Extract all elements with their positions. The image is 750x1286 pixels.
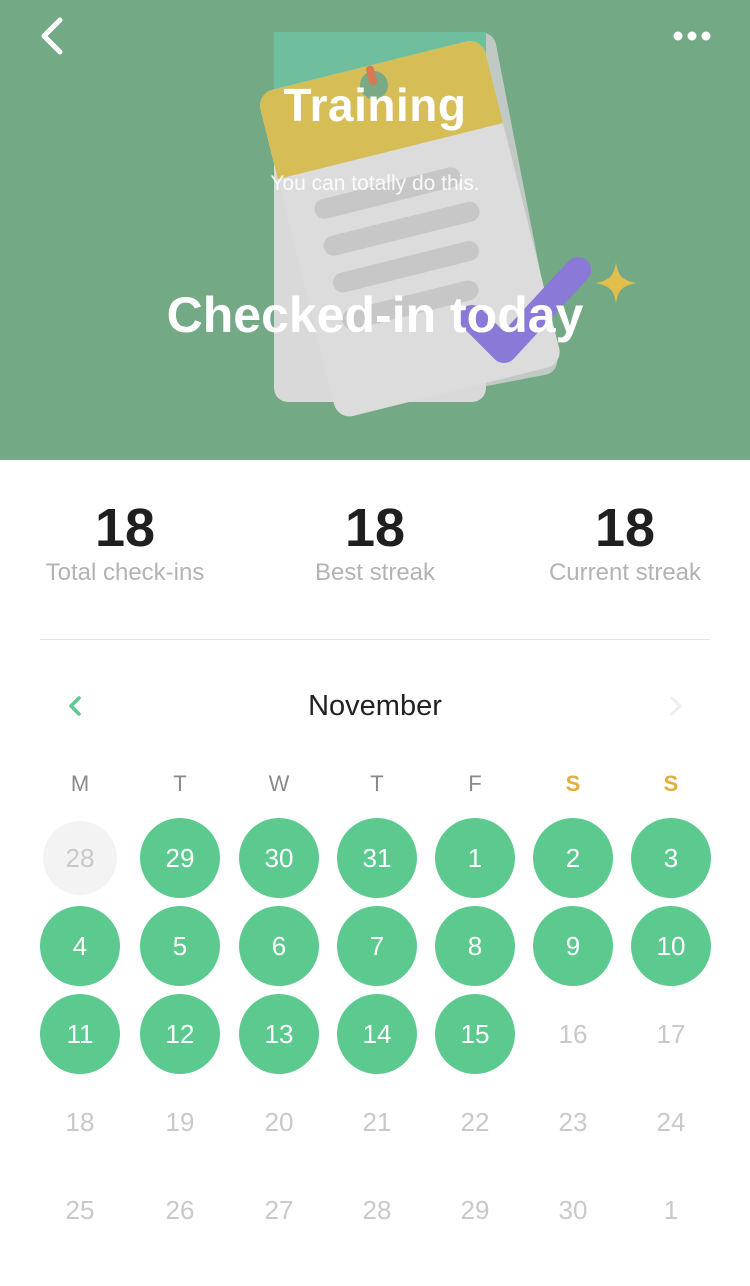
calendar-day-future[interactable]: 1 [631, 1170, 711, 1250]
stat-current-streak: 18 Current streak [500, 496, 750, 586]
calendar-day-checked[interactable]: 14 [337, 994, 417, 1074]
calendar-day-checked[interactable]: 7 [337, 906, 417, 986]
next-month-button[interactable] [658, 688, 694, 724]
calendar-day-future[interactable]: 24 [631, 1082, 711, 1162]
more-options-button[interactable] [662, 18, 722, 54]
weekday-label-thursday: T [370, 771, 384, 796]
calendar-day-checked[interactable]: 10 [631, 906, 711, 986]
calendar-day-checked[interactable]: 15 [435, 994, 515, 1074]
calendar-day-checked[interactable]: 13 [239, 994, 319, 1074]
chevron-left-icon [41, 17, 63, 55]
stat-best-streak: 18 Best streak [250, 496, 500, 586]
calendar-day-checked[interactable]: 8 [435, 906, 515, 986]
calendar-day-checked[interactable]: 3 [631, 818, 711, 898]
weekday-label-saturday: S [565, 771, 581, 796]
hero-banner: Training You can totally do this. Checke… [0, 0, 750, 460]
calendar-day-future[interactable]: 20 [239, 1082, 319, 1162]
calendar-day-future[interactable]: 19 [140, 1082, 220, 1162]
calendar-day-future[interactable]: 29 [435, 1170, 515, 1250]
weekday-label-monday: M [70, 771, 90, 796]
weekday-label-friday: F [468, 771, 482, 796]
calendar-day-checked[interactable]: 12 [140, 994, 220, 1074]
calendar-day-checked[interactable]: 4 [40, 906, 120, 986]
calendar-day-future[interactable]: 17 [631, 994, 711, 1074]
calendar-day-future[interactable]: 30 [533, 1170, 613, 1250]
calendar-day-checked[interactable]: 29 [140, 818, 220, 898]
divider [40, 639, 710, 640]
calendar-day-future[interactable]: 16 [533, 994, 613, 1074]
calendar-day-future[interactable]: 26 [140, 1170, 220, 1250]
weekday-label-tuesday: T [173, 771, 187, 796]
calendar-day-future[interactable]: 27 [239, 1170, 319, 1250]
habit-subtitle: You can totally do this. [270, 172, 480, 195]
calendar-day-checked[interactable]: 11 [40, 994, 120, 1074]
calendar-day-checked[interactable]: 30 [239, 818, 319, 898]
stat-value: 18 [594, 498, 656, 558]
previous-month-button[interactable] [58, 688, 94, 724]
calendar-day-future[interactable]: 28 [337, 1170, 417, 1250]
calendar-day-future[interactable]: 25 [40, 1170, 120, 1250]
checklist-illustration [260, 32, 636, 417]
calendar-day-outside[interactable]: 28 [43, 821, 117, 895]
calendar-day-future[interactable]: 23 [533, 1082, 613, 1162]
stat-label: Total check-ins [45, 559, 205, 586]
calendar-day-future[interactable]: 21 [337, 1082, 417, 1162]
back-button[interactable] [30, 14, 78, 62]
habit-title: Training [283, 79, 467, 131]
calendar-day-checked[interactable]: 31 [337, 818, 417, 898]
stat-value: 18 [94, 498, 156, 558]
calendar-day-checked[interactable]: 6 [239, 906, 319, 986]
chevron-right-icon [670, 696, 682, 716]
stat-total-checkins: 18 Total check-ins [0, 496, 250, 586]
chevron-left-icon [69, 696, 81, 716]
weekday-label-wednesday: W [268, 771, 290, 796]
calendar-day-future[interactable]: 22 [435, 1082, 515, 1162]
calendar-month-title: November [308, 690, 442, 722]
stat-label: Current streak [548, 559, 702, 586]
stats-row: 18 Total check-ins 18 Best streak 18 Cur… [0, 496, 750, 596]
more-horizontal-icon [673, 31, 711, 41]
calendar-day-future[interactable]: 18 [40, 1082, 120, 1162]
stat-value: 18 [344, 498, 406, 558]
stat-label: Best streak [314, 559, 436, 586]
weekday-label-sunday: S [663, 771, 679, 796]
calendar-day-checked[interactable]: 1 [435, 818, 515, 898]
calendar-day-checked[interactable]: 2 [533, 818, 613, 898]
calendar-day-checked[interactable]: 5 [140, 906, 220, 986]
checkin-status: Checked-in today [166, 287, 584, 343]
calendar-day-checked[interactable]: 9 [533, 906, 613, 986]
